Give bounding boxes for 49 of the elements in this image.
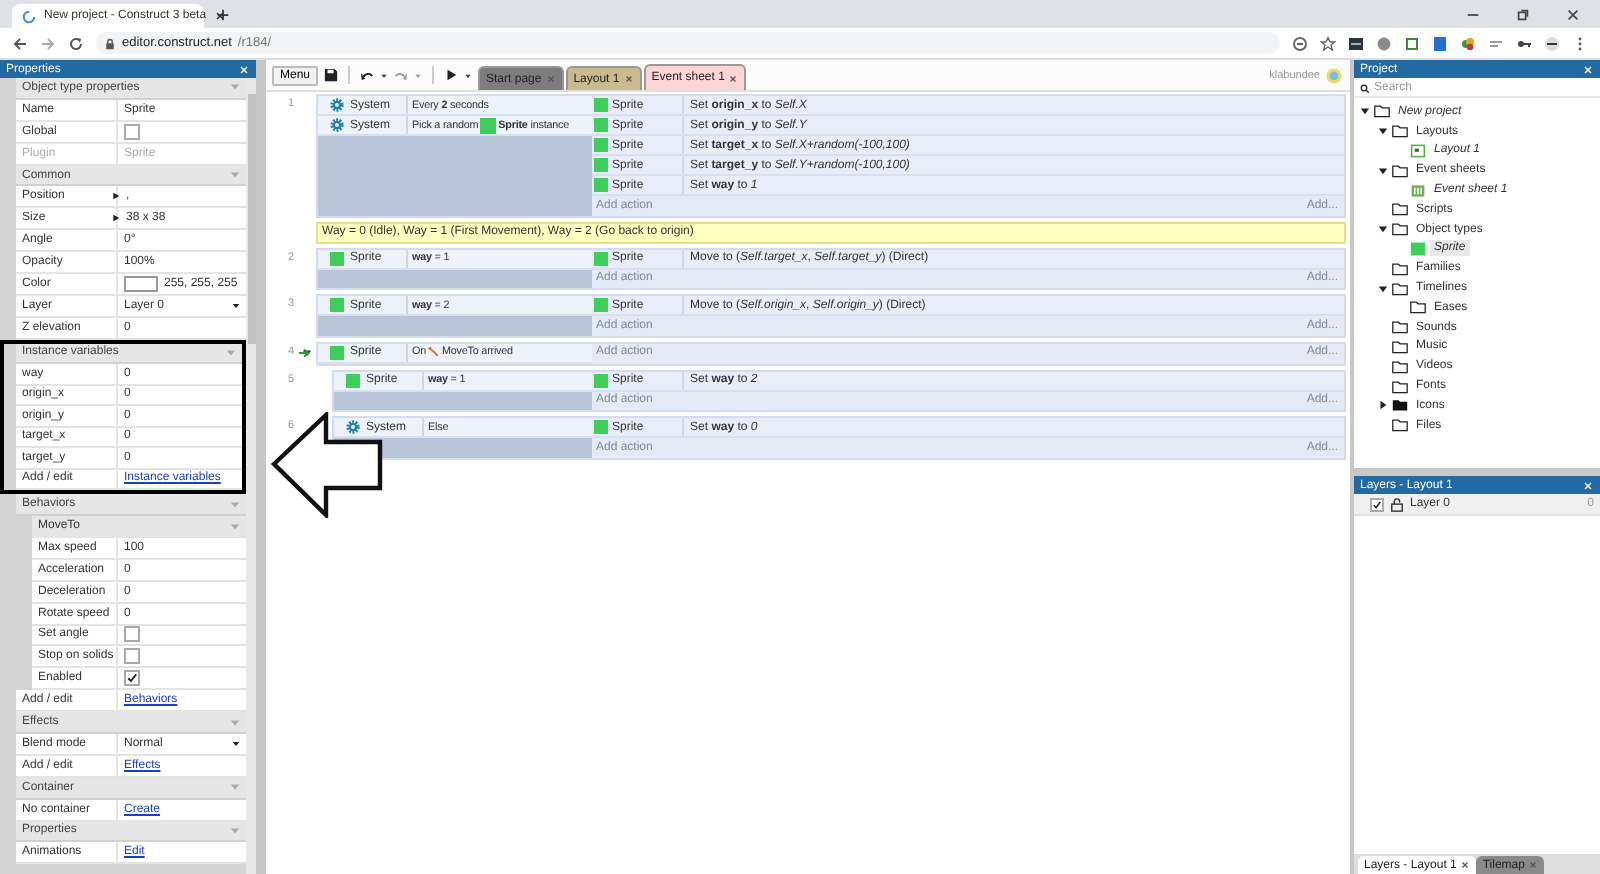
close-icon[interactable] bbox=[728, 73, 739, 83]
save-icon[interactable] bbox=[324, 68, 339, 82]
folder-icon bbox=[1392, 163, 1408, 178]
expand-icon[interactable] bbox=[1378, 400, 1388, 411]
lock-icon bbox=[104, 37, 116, 49]
gear-icon bbox=[346, 420, 360, 434]
account-icon[interactable] bbox=[1544, 35, 1560, 51]
layout-icon bbox=[1410, 143, 1426, 158]
sprite-icon bbox=[330, 298, 344, 312]
expand-icon[interactable] bbox=[1378, 126, 1388, 137]
close-icon[interactable] bbox=[1460, 860, 1471, 870]
event-sheet-icon bbox=[1410, 183, 1426, 198]
path-icon bbox=[428, 346, 440, 358]
checkbox[interactable] bbox=[124, 123, 140, 140]
zoom-icon[interactable] bbox=[1292, 35, 1308, 51]
sprite-icon bbox=[480, 117, 497, 133]
sprite-icon bbox=[594, 373, 608, 387]
loading-icon bbox=[22, 9, 36, 23]
color-swatch[interactable] bbox=[124, 275, 158, 292]
event-block[interactable] bbox=[316, 94, 1346, 217]
key-icon[interactable] bbox=[1516, 35, 1532, 51]
sprite-icon bbox=[594, 251, 608, 265]
checkbox[interactable] bbox=[124, 670, 140, 687]
visibility-checkbox[interactable] bbox=[1370, 497, 1384, 511]
expand-icon[interactable] bbox=[1360, 106, 1370, 117]
expand-icon[interactable] bbox=[1378, 224, 1388, 235]
sprite-icon bbox=[594, 420, 608, 434]
expand-icon[interactable] bbox=[112, 214, 120, 223]
extension-icon[interactable] bbox=[1348, 35, 1364, 51]
search-icon bbox=[1360, 83, 1370, 93]
restore-icon[interactable] bbox=[1516, 7, 1530, 21]
star-icon[interactable] bbox=[1320, 35, 1336, 51]
scrollbar[interactable] bbox=[246, 78, 256, 874]
expand-icon[interactable] bbox=[112, 192, 120, 201]
undo-icon[interactable] bbox=[360, 68, 375, 82]
checkbox[interactable] bbox=[124, 648, 140, 665]
redo-icon[interactable] bbox=[394, 68, 409, 82]
close-icon[interactable] bbox=[1566, 7, 1580, 21]
sprite-icon bbox=[594, 298, 608, 312]
expand-icon[interactable] bbox=[1378, 283, 1388, 294]
reload-icon[interactable] bbox=[68, 35, 84, 51]
play-icon[interactable] bbox=[444, 68, 459, 82]
checkbox[interactable] bbox=[124, 626, 140, 643]
expand-icon[interactable] bbox=[1378, 165, 1388, 176]
padlock-icon[interactable] bbox=[1390, 497, 1404, 511]
back-icon[interactable] bbox=[12, 35, 28, 51]
expand-icon[interactable] bbox=[302, 347, 312, 357]
sprite-icon bbox=[330, 251, 344, 265]
sprite-icon bbox=[1410, 241, 1426, 256]
